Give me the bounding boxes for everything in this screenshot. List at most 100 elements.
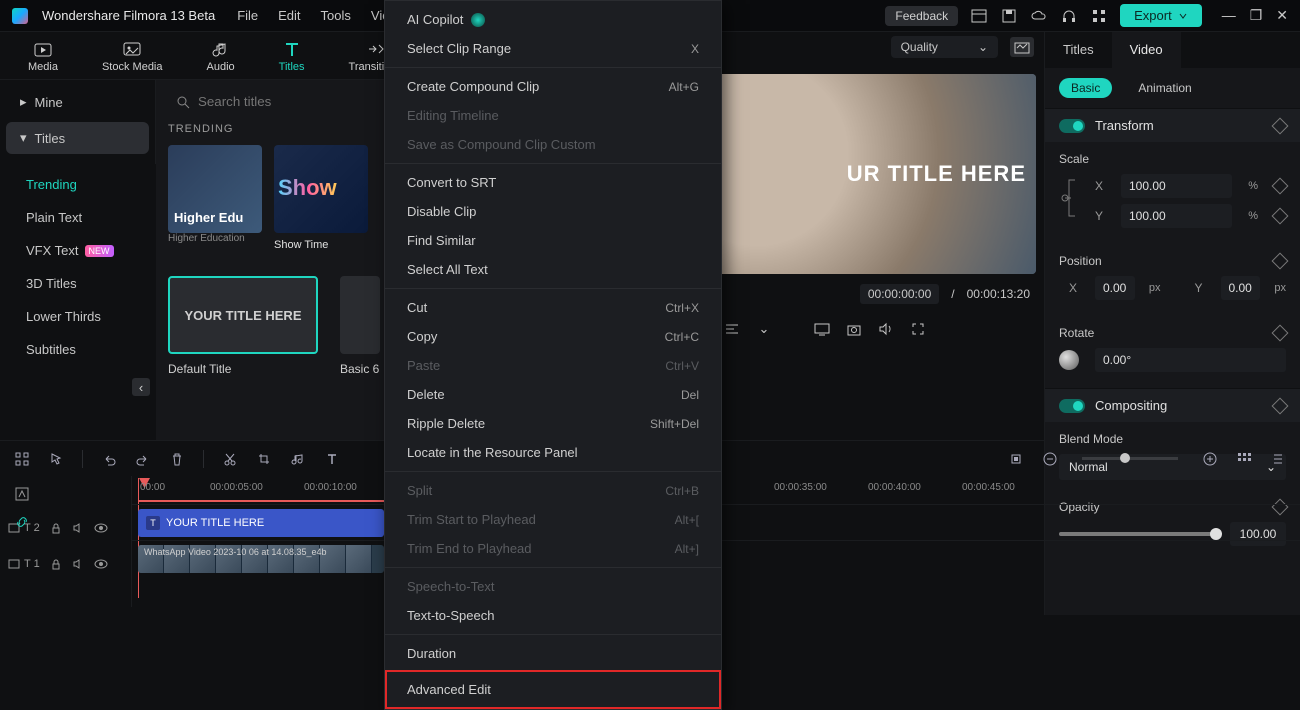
ctx-delete[interactable]: DeleteDel bbox=[385, 380, 721, 409]
subtab-basic[interactable]: Basic bbox=[1059, 78, 1112, 98]
video-clip[interactable]: WhatsApp Video 2023-10 06 at 14.08.35_e4… bbox=[138, 545, 384, 573]
inspector-tab-titles[interactable]: Titles bbox=[1045, 32, 1112, 68]
track-mute-icon[interactable] bbox=[72, 522, 84, 534]
rotate-field[interactable]: 0.00° bbox=[1095, 348, 1286, 372]
ctx-ripple[interactable]: Ripple DeleteShift+Del bbox=[385, 409, 721, 438]
ctx-cut[interactable]: CutCtrl+X bbox=[385, 293, 721, 322]
keyframe-icon[interactable] bbox=[1272, 325, 1289, 342]
settings-icon[interactable] bbox=[1270, 451, 1286, 467]
timeline-tool-a-icon[interactable] bbox=[14, 486, 30, 502]
ctx-advanced-edit[interactable]: Advanced Edit bbox=[385, 670, 721, 709]
thumb-show-time[interactable]: Show Show Time bbox=[274, 145, 368, 251]
ctx-compound[interactable]: Create Compound ClipAlt+G bbox=[385, 72, 721, 101]
redo-icon[interactable] bbox=[135, 451, 151, 467]
tab-stock[interactable]: Stock Media bbox=[102, 39, 163, 73]
ctx-copy[interactable]: CopyCtrl+C bbox=[385, 322, 721, 351]
tab-titles[interactable]: Titles bbox=[279, 39, 305, 73]
subcat-vfx[interactable]: VFX TextNEW bbox=[2, 234, 154, 267]
keyframe-icon[interactable] bbox=[1272, 397, 1289, 414]
window-close-icon[interactable]: ✕ bbox=[1276, 7, 1288, 24]
grid-view-icon[interactable] bbox=[1236, 451, 1252, 467]
compositing-toggle[interactable] bbox=[1059, 399, 1085, 413]
pos-y-field[interactable]: 0.00 bbox=[1221, 276, 1261, 300]
menu-edit[interactable]: Edit bbox=[278, 8, 300, 23]
category-mine[interactable]: ▸Mine bbox=[6, 86, 149, 118]
tab-media[interactable]: Media bbox=[28, 39, 58, 73]
volume-icon[interactable] bbox=[877, 320, 895, 338]
delete-icon[interactable] bbox=[169, 451, 185, 467]
text-tool-icon[interactable] bbox=[324, 451, 340, 467]
ctx-select-range[interactable]: Select Clip RangeX bbox=[385, 34, 721, 63]
subtab-animation[interactable]: Animation bbox=[1126, 78, 1203, 98]
marker-icon[interactable] bbox=[1008, 451, 1024, 467]
keyframe-icon[interactable] bbox=[1272, 117, 1289, 134]
window-maximize-icon[interactable]: ❐ bbox=[1250, 7, 1263, 24]
display-icon[interactable] bbox=[813, 320, 831, 338]
link-scale-icon[interactable] bbox=[1059, 174, 1081, 218]
camera-icon[interactable] bbox=[845, 320, 863, 338]
preset-default[interactable]: YOUR TITLE HERE Default Title bbox=[168, 276, 318, 376]
export-button[interactable]: Export bbox=[1120, 4, 1202, 27]
subcat-lower[interactable]: Lower Thirds bbox=[2, 300, 154, 333]
scale-x-field[interactable]: 100.00 bbox=[1121, 174, 1232, 198]
keyframe-icon[interactable] bbox=[1272, 253, 1289, 270]
title-clip[interactable]: TYOUR TITLE HERE bbox=[138, 509, 384, 537]
keyframe-icon[interactable] bbox=[1272, 208, 1289, 225]
inspector-tab-video[interactable]: Video bbox=[1112, 32, 1181, 68]
link-tool-icon[interactable] bbox=[14, 514, 30, 530]
menu-file[interactable]: File bbox=[237, 8, 258, 23]
tab-audio[interactable]: Audio bbox=[207, 39, 235, 73]
fullscreen-icon[interactable] bbox=[909, 320, 927, 338]
undo-icon[interactable] bbox=[101, 451, 117, 467]
quality-dropdown[interactable]: Quality⌄ bbox=[891, 36, 998, 58]
ctx-cut-sc: Ctrl+X bbox=[665, 301, 699, 315]
ctx-duration[interactable]: Duration bbox=[385, 639, 721, 668]
subcat-3d[interactable]: 3D Titles bbox=[2, 267, 154, 300]
rotate-knob[interactable] bbox=[1059, 350, 1079, 370]
feedback-button[interactable]: Feedback bbox=[885, 6, 958, 26]
audio-icon bbox=[207, 39, 235, 59]
apps-small-icon[interactable] bbox=[14, 451, 30, 467]
window-minimize-icon[interactable]: — bbox=[1222, 7, 1236, 24]
track-lock-icon[interactable] bbox=[50, 522, 62, 534]
pointer-icon[interactable] bbox=[48, 451, 64, 467]
category-titles[interactable]: ▾Titles bbox=[6, 122, 149, 154]
subcat-plain[interactable]: Plain Text bbox=[2, 201, 154, 234]
track-visibility-icon[interactable] bbox=[94, 523, 108, 533]
ctx-select-all[interactable]: Select All Text bbox=[385, 255, 721, 284]
track-lock-icon[interactable] bbox=[50, 558, 62, 570]
layout-icon[interactable] bbox=[970, 7, 988, 25]
snapshot-icon[interactable] bbox=[1010, 37, 1034, 57]
scale-y-field[interactable]: 100.00 bbox=[1121, 204, 1232, 228]
ctx-srt[interactable]: Convert to SRT bbox=[385, 168, 721, 197]
ctx-ai-copilot[interactable]: AI Copilot bbox=[385, 5, 721, 34]
subcat-trending[interactable]: Trending bbox=[2, 168, 154, 201]
ctx-similar[interactable]: Find Similar bbox=[385, 226, 721, 255]
current-time[interactable]: 00:00:00:00 bbox=[860, 284, 939, 304]
collapse-sidebar-icon[interactable]: ‹ bbox=[132, 378, 150, 396]
menu-tools[interactable]: Tools bbox=[321, 8, 351, 23]
save-icon[interactable] bbox=[1000, 7, 1018, 25]
pos-x-field[interactable]: 0.00 bbox=[1095, 276, 1135, 300]
zoom-in-icon[interactable] bbox=[1202, 451, 1218, 467]
thumb-higher-edu[interactable]: Higher Edu Higher Education bbox=[168, 145, 262, 251]
music-note-icon[interactable] bbox=[290, 451, 306, 467]
ctx-locate[interactable]: Locate in the Resource Panel bbox=[385, 438, 721, 467]
chevron-down-icon[interactable]: ⌄ bbox=[755, 320, 773, 338]
subcat-subtitles[interactable]: Subtitles bbox=[2, 333, 154, 366]
transform-toggle[interactable] bbox=[1059, 119, 1085, 133]
apps-icon[interactable] bbox=[1090, 7, 1108, 25]
track-1-header[interactable]: T 1 bbox=[8, 558, 40, 570]
align-icon[interactable] bbox=[723, 320, 741, 338]
track-visibility-icon[interactable] bbox=[94, 559, 108, 569]
track-mute-icon[interactable] bbox=[72, 558, 84, 570]
zoom-out-icon[interactable] bbox=[1042, 451, 1058, 467]
headphones-icon[interactable] bbox=[1060, 7, 1078, 25]
crop-icon[interactable] bbox=[256, 451, 272, 467]
ctx-disable[interactable]: Disable Clip bbox=[385, 197, 721, 226]
cut-icon[interactable] bbox=[222, 451, 238, 467]
cloud-icon[interactable] bbox=[1030, 7, 1048, 25]
ctx-tts[interactable]: Text-to-Speech bbox=[385, 601, 721, 630]
zoom-slider[interactable] bbox=[1082, 457, 1178, 460]
keyframe-icon[interactable] bbox=[1272, 178, 1289, 195]
